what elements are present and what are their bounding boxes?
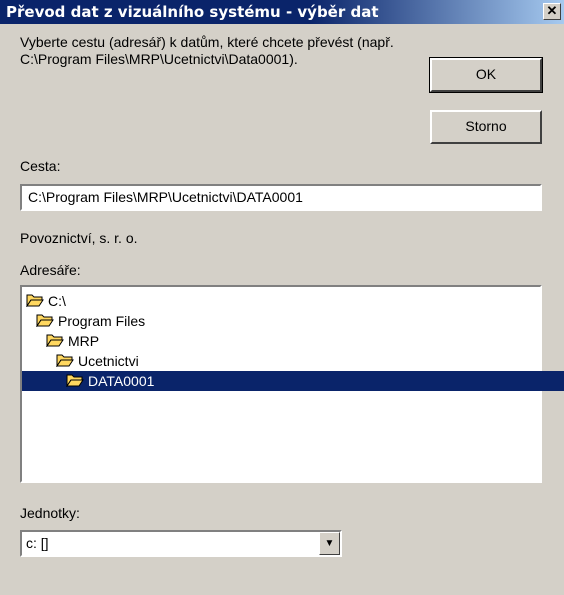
path-label: Cesta: [20,158,61,174]
directory-item[interactable]: DATA0001 [22,371,564,391]
directory-item[interactable]: C:\ [26,291,66,311]
drive-select-value: c: [] [26,535,49,551]
title-bar[interactable]: Převod dat z vizuálního systému - výběr … [0,0,564,24]
directories-label: Adresáře: [20,262,81,278]
directory-item[interactable]: Program Files [36,311,145,331]
path-input[interactable]: C:\Program Files\MRP\Ucetnictvi\DATA0001 [20,184,542,211]
open-folder-icon [66,372,84,392]
storno-button-label: Storno [465,118,507,134]
open-folder-icon [56,352,74,372]
description-text: Vyberte cestu (adresář) k datům, které c… [20,34,394,67]
drive-select[interactable]: c: [] ▼ [20,530,342,557]
directory-item-label: C:\ [48,293,66,309]
dialog: Převod dat z vizuálního systému - výběr … [0,0,564,595]
chevron-down-icon: ▼ [324,538,335,549]
company-name: Povoznictví, s. r. o. [20,230,138,246]
directory-item-label: MRP [68,333,100,349]
ok-button[interactable]: OK [429,57,543,93]
close-button[interactable]: ✕ [543,3,561,20]
open-folder-icon [46,332,64,352]
directory-item-label: DATA0001 [88,373,155,389]
drives-label: Jednotky: [20,505,80,521]
open-folder-icon [36,312,54,332]
directory-list[interactable]: C:\ Program Files MRP Ucetnictvi DATA0001 [20,285,564,483]
directory-item-label: Ucetnictvi [78,353,139,369]
directory-item-label: Program Files [58,313,146,329]
directory-item[interactable]: MRP [46,331,99,351]
open-folder-icon [26,292,44,312]
ok-button-label: OK [475,66,497,82]
close-icon: ✕ [546,3,558,18]
dropdown-button[interactable]: ▼ [319,532,340,555]
storno-button[interactable]: Storno [430,110,542,144]
window-title: Převod dat z vizuálního systému - výběr … [6,3,379,21]
directory-item[interactable]: Ucetnictvi [56,351,139,371]
